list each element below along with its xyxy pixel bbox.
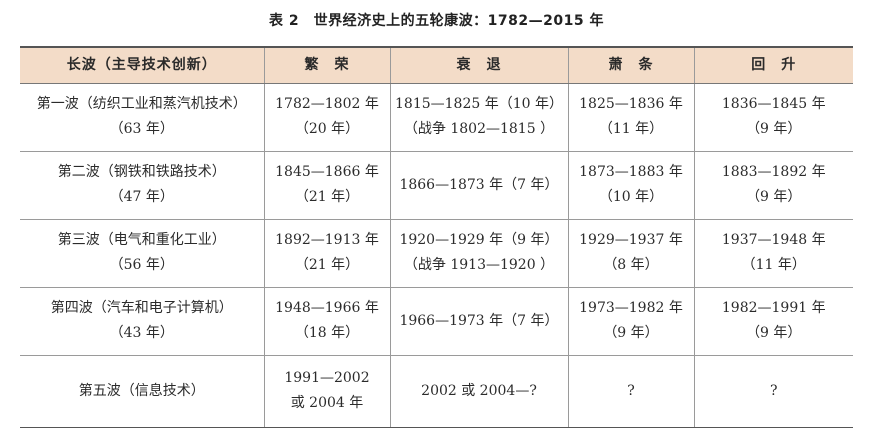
recession-cell: 1866—1873 年（7 年） xyxy=(389,151,568,220)
prosperity-cell: 1991—2002 或 2004 年 xyxy=(263,355,390,428)
cell-line: 1982—1991 年 xyxy=(721,300,826,316)
header-recession: 衰 退 xyxy=(389,46,568,84)
cell-line: （9 年） xyxy=(746,189,802,205)
cell-line: （11 年） xyxy=(741,257,806,273)
recovery-cell: 1836—1845 年 （9 年） xyxy=(693,83,853,152)
wave-cell: 第五波（信息技术） xyxy=(20,355,264,428)
cell-line: （21 年） xyxy=(294,257,360,273)
cell-line: 1920—1929 年（9 年） xyxy=(399,232,559,248)
cell-line: 1845—1866 年 xyxy=(275,164,379,180)
cell-line: （18 年） xyxy=(294,325,360,341)
cell-line: 第四波（汽车和电子计算机） xyxy=(50,300,233,316)
cell-line: 1892—1913 年 xyxy=(275,232,379,248)
cell-line: （8 年） xyxy=(603,257,659,273)
depression-cell: 1873—1883 年 （10 年） xyxy=(567,151,694,220)
header-row: 长波（主导技术创新） 繁 荣 衰 退 萧 条 回 升 xyxy=(20,46,853,84)
table-row: 第二波（钢铁和铁路技术） （47 年） 1845—1866 年 （21 年） 186… xyxy=(20,151,853,220)
cell-line: 1991—2002 xyxy=(284,370,370,386)
recession-cell: 1966—1973 年（7 年） xyxy=(389,287,568,356)
depression-cell: 1825—1836 年 （11 年） xyxy=(567,83,694,152)
recovery-cell: 1937—1948 年 （11 年） xyxy=(693,219,853,288)
table-title: 表 2 世界经济史上的五轮康波：1782—2015 年 xyxy=(269,13,604,29)
cell-line: （战争 1802—1815 ） xyxy=(403,121,555,137)
depression-cell: 1973—1982 年 （9 年） xyxy=(567,287,694,356)
cell-line: 1929—1937 年 xyxy=(579,232,683,248)
cell-line: 1883—1892 年 xyxy=(721,164,826,180)
cell-line: 第五波（信息技术） xyxy=(78,382,205,399)
recession-cell: 1815—1825 年（10 年） （战争 1802—1815 ） xyxy=(389,83,568,152)
depression-cell: 1929—1937 年 （8 年） xyxy=(567,219,694,288)
cell-line: （战争 1913—1920 ） xyxy=(403,257,555,273)
cell-line: ? xyxy=(769,382,778,399)
cell-line: ? xyxy=(627,382,635,399)
cell-line: 2002 或 2004—? xyxy=(421,382,537,399)
cell-line: 第二波（钢铁和铁路技术） xyxy=(57,164,226,180)
header-prosperity: 繁 荣 xyxy=(263,46,390,84)
header-recovery: 回 升 xyxy=(693,46,853,84)
cell-line: 1973—1982 年 xyxy=(579,300,683,316)
cell-line: 第一波（纺织工业和蒸汽机技术） xyxy=(36,96,247,112)
recession-cell: 1920—1929 年（9 年） （战争 1913—1920 ） xyxy=(389,219,568,288)
recovery-cell: 1883—1892 年 （9 年） xyxy=(693,151,853,220)
cell-line: （9 年） xyxy=(746,121,802,137)
cell-line: 1948—1966 年 xyxy=(275,300,379,316)
wave-cell: 第四波（汽车和电子计算机） （43 年） xyxy=(20,287,264,356)
cell-line: 第三波（电气和重化工业） xyxy=(57,232,226,248)
table-row: 第三波（电气和重化工业） （56 年） 1892—1913 年 （21 年） 192… xyxy=(20,219,853,288)
header-long-wave: 长波（主导技术创新） xyxy=(20,46,264,84)
cell-line: （56 年） xyxy=(109,257,174,273)
cell-line: （43 年） xyxy=(109,325,174,341)
table-row: 第五波（信息技术） 1991—2002 或 2004 年 2002 或 2004—… xyxy=(20,355,853,428)
cell-line: （63 年） xyxy=(109,121,174,137)
recovery-cell: 1982—1991 年 （9 年） xyxy=(693,287,853,356)
prosperity-cell: 1782—1802 年 （20 年） xyxy=(263,83,390,152)
cell-line: 1937—1948 年 xyxy=(721,232,826,248)
cell-line: 1966—1973 年（7 年） xyxy=(399,312,559,329)
table-row: 第四波（汽车和电子计算机） （43 年） 1948—1966 年 （18 年） 19… xyxy=(20,287,853,356)
cell-line: 1873—1883 年 xyxy=(579,164,683,180)
recession-cell: 2002 或 2004—? xyxy=(389,355,568,428)
cell-line: （9 年） xyxy=(746,325,802,341)
recovery-cell: ? xyxy=(693,355,853,428)
cell-line: （20 年） xyxy=(294,121,360,137)
table-row: 第一波（纺织工业和蒸汽机技术） （63 年） 1782—1802 年（20 年） … xyxy=(20,83,853,152)
cell-line: 1815—1825 年（10 年） xyxy=(395,96,563,112)
kondratiev-waves-table: 长波（主导技术创新） 繁 荣 衰 退 萧 条 回 升 第一波（纺织工业和蒸汽机技… xyxy=(20,46,853,428)
prosperity-cell: 1948—1966 年 （18 年） xyxy=(263,287,390,356)
cell-line: （9 年） xyxy=(603,325,659,341)
cell-line: （21 年） xyxy=(294,189,360,205)
cell-line: 1825—1836 年 xyxy=(579,96,683,112)
cell-line: 1866—1873 年（7 年） xyxy=(399,176,559,193)
wave-cell: 第二波（钢铁和铁路技术） （47 年） xyxy=(20,151,264,220)
cell-line: （10 年） xyxy=(598,189,664,205)
cell-line: 或 2004 年 xyxy=(290,395,364,411)
depression-cell: ? xyxy=(567,355,694,428)
cell-line: （47 年） xyxy=(109,189,174,205)
header-depression: 萧 条 xyxy=(567,46,694,84)
cell-line: 1836—1845 年 xyxy=(721,96,826,112)
cell-line: 1782—1802 年 xyxy=(275,96,379,112)
prosperity-cell: 1845—1866 年 （21 年） xyxy=(263,151,390,220)
wave-cell: 第一波（纺织工业和蒸汽机技术） （63 年） xyxy=(20,83,264,152)
prosperity-cell: 1892—1913 年 （21 年） xyxy=(263,219,390,288)
wave-cell: 第三波（电气和重化工业） （56 年） xyxy=(20,219,264,288)
cell-line: （11 年） xyxy=(598,121,664,137)
